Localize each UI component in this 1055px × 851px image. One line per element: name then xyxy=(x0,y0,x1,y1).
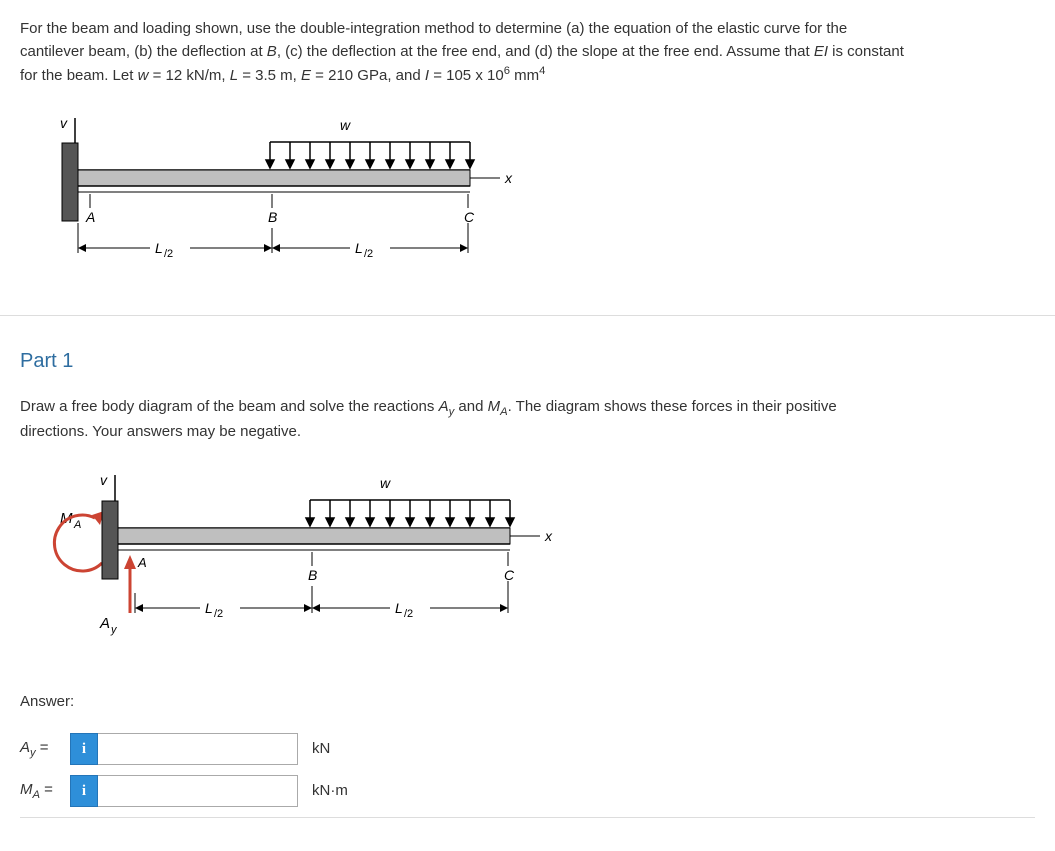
point-c: C xyxy=(464,209,475,225)
unit-kn: kN xyxy=(312,738,330,761)
text: is constant xyxy=(828,43,904,60)
var-ei: EI xyxy=(814,43,828,60)
section-divider xyxy=(0,315,1055,316)
dim-Lhalf1: L xyxy=(155,240,163,256)
unit-knm: kN·m xyxy=(312,780,348,803)
answer-var-ma: MA = xyxy=(20,779,70,804)
reaction-ay-sub: y xyxy=(110,624,118,636)
reaction-ay: A xyxy=(99,615,110,632)
axis-x: x xyxy=(544,528,553,544)
answer-var-ay: Ay = xyxy=(20,737,70,762)
point-a: A xyxy=(85,209,95,225)
axis-x: x xyxy=(504,170,513,186)
var-MA: MA xyxy=(488,398,508,415)
point-b: B xyxy=(308,567,317,583)
dim-sub2: /2 xyxy=(364,248,373,260)
ma-input[interactable] xyxy=(98,775,298,807)
text: = 210 GPa, and xyxy=(311,67,425,84)
dim-Lhalf1: L xyxy=(205,600,213,616)
info-icon[interactable]: i xyxy=(70,775,98,807)
text: for the beam. Let xyxy=(20,67,138,84)
info-icon[interactable]: i xyxy=(70,733,98,765)
answer-label: Answer: xyxy=(20,691,1035,714)
load-w: w xyxy=(380,475,391,491)
text: Draw a free body diagram of the beam and… xyxy=(20,398,439,415)
dim-Lhalf2: L xyxy=(395,600,403,616)
axis-v: v xyxy=(60,115,68,131)
dim-sub2: /2 xyxy=(404,608,413,620)
ay-input[interactable] xyxy=(98,733,298,765)
answer-row-ma: MA = i kN·m xyxy=(20,775,1035,807)
point-b: B xyxy=(268,209,277,225)
text: , (c) the deflection at the free end, an… xyxy=(277,43,814,60)
var-E: E xyxy=(301,67,311,84)
beam-figure-2: v M A x w A A y B C L /2 xyxy=(40,463,1035,661)
var-Ay: Ay xyxy=(439,398,455,415)
answer-row-ay: Ay = i kN xyxy=(20,733,1035,765)
text: For the beam and loading shown, use the … xyxy=(20,20,847,37)
text: cantilever beam, (b) the deflection at xyxy=(20,43,267,60)
moment-ma-sub: A xyxy=(73,519,81,531)
axis-v: v xyxy=(100,472,108,488)
dim-sub1: /2 xyxy=(214,608,223,620)
point-a: A xyxy=(137,555,147,570)
var-L: L xyxy=(230,67,238,84)
load-w: w xyxy=(340,117,351,133)
point-c: C xyxy=(504,567,515,583)
part-title: Part 1 xyxy=(20,346,1035,376)
dim-sub1: /2 xyxy=(164,248,173,260)
text: = 105 x 10 xyxy=(429,67,504,84)
dim-Lhalf2: L xyxy=(355,240,363,256)
beam-figure-1: v x w A B C L /2 L /2 xyxy=(40,108,1035,286)
text: . The diagram shows these forces in thei… xyxy=(508,398,837,415)
problem-statement: For the beam and loading shown, use the … xyxy=(20,18,1035,88)
text: = 12 kN/m, xyxy=(148,67,229,84)
var-b: B xyxy=(267,43,277,60)
text: and xyxy=(454,398,487,415)
text: mm xyxy=(510,67,539,84)
var-w: w xyxy=(138,67,149,84)
part1-text: Draw a free body diagram of the beam and… xyxy=(20,396,1035,443)
superscript: 4 xyxy=(539,65,545,77)
text: directions. Your answers may be negative… xyxy=(20,423,301,440)
text: = 3.5 m, xyxy=(238,67,301,84)
answer-divider xyxy=(20,817,1035,818)
